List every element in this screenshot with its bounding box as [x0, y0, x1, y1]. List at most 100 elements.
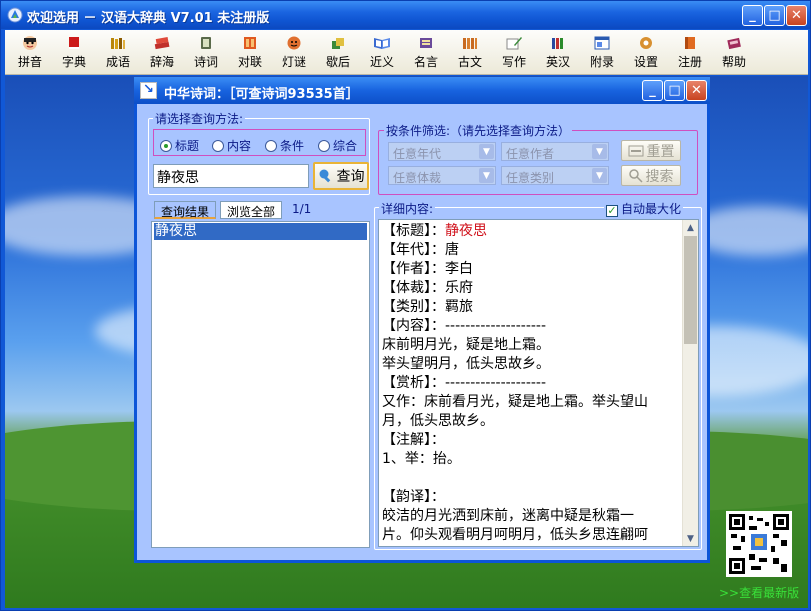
- minimize-icon: _: [749, 8, 756, 23]
- detail-line-value: 1、举：抬。: [382, 451, 461, 467]
- toolbar-couplet[interactable]: 对联: [231, 33, 269, 73]
- toolbar-riddle[interactable]: 灯谜: [275, 33, 313, 73]
- quote-book-icon: [420, 38, 432, 48]
- detail-line: 【体裁】：乐府: [379, 279, 698, 298]
- detail-line-prefix: 【作者】：: [382, 261, 445, 277]
- minimize-button[interactable]: _: [742, 5, 763, 26]
- detail-line-value: 举头望明月，低头思故乡。: [382, 356, 550, 372]
- page-indicator: 1/1: [292, 202, 312, 216]
- genre-select[interactable]: 任意体裁 ▼: [388, 166, 496, 185]
- detail-line-prefix: 【内容】：: [382, 318, 445, 334]
- toolbar-label: 拼音: [17, 55, 42, 69]
- red-book-icon: [69, 37, 79, 49]
- toolbar-synonym[interactable]: 近义: [363, 33, 401, 73]
- open-book-icon: [374, 38, 390, 49]
- search-input[interactable]: 静夜思: [153, 164, 309, 188]
- dialog-maximize-button[interactable]: □: [664, 80, 685, 101]
- bookshelf-icon: [552, 38, 563, 49]
- filter-search-button[interactable]: 搜索: [621, 165, 681, 186]
- tab-browse-all[interactable]: 浏览全部: [220, 201, 283, 219]
- radio-content[interactable]: 内容: [212, 137, 251, 154]
- main-toolbar: 拼音 字典 成语 辞海 诗词 对联 灯谜 歇后 近义 名言 古文 写作 英汉 附…: [5, 30, 808, 75]
- detail-line-value: 又作：床前看月光，疑是地上霜。举头望山: [382, 394, 648, 410]
- dialog-title: 中华诗词：［可查诗词93535首］: [164, 87, 359, 102]
- toolbar-appendix[interactable]: 附录: [583, 33, 621, 73]
- title-bar[interactable]: 欢迎选用 － 汉语大辞典 V7.01 未注册版 _ □ ✕: [1, 1, 810, 29]
- query-button[interactable]: 查询: [313, 162, 369, 190]
- detail-line-prefix: 【类别】：: [382, 299, 445, 315]
- author-select-value: 任意作者: [506, 147, 555, 161]
- query-button-label: 查询: [336, 169, 365, 185]
- toolbar-label: 注册: [677, 55, 702, 69]
- era-select[interactable]: 任意年代 ▼: [388, 142, 496, 161]
- category-select-value: 任意类别: [506, 171, 555, 185]
- detail-line-value: 床前明月光，疑是地上霜。: [382, 337, 550, 353]
- toolbar-pinyin[interactable]: 拼音: [11, 33, 49, 73]
- maximize-button[interactable]: □: [764, 5, 785, 26]
- toolbar-label: 英汉: [545, 55, 570, 69]
- toolbar-label: 近义: [369, 55, 394, 69]
- detail-line: 【年代】：唐: [379, 241, 698, 260]
- category-select[interactable]: 任意类别 ▼: [501, 166, 609, 185]
- close-button[interactable]: ✕: [786, 5, 807, 26]
- qr-code[interactable]: [726, 511, 792, 577]
- toolbar-label: 成语: [105, 55, 130, 69]
- toolbar-label: 附录: [589, 55, 614, 69]
- toolbar-register[interactable]: 注册: [671, 33, 709, 73]
- detail-line-prefix: 【年代】：: [382, 242, 445, 258]
- reset-button[interactable]: 重置: [621, 140, 681, 161]
- toolbar-settings[interactable]: 设置: [627, 33, 665, 73]
- chevron-down-icon: ▼: [592, 144, 607, 159]
- dialog-close-button[interactable]: ✕: [686, 80, 707, 101]
- toolbar-idiom[interactable]: 成语: [99, 33, 137, 73]
- toolbar-english[interactable]: 英汉: [539, 33, 577, 73]
- detail-line-value: --------------------: [445, 375, 547, 391]
- query-key-icon: [319, 169, 330, 183]
- list-item[interactable]: 静夜思: [154, 223, 367, 240]
- toolbar-quotes[interactable]: 名言: [407, 33, 445, 73]
- toolbar-classical[interactable]: 古文: [451, 33, 489, 73]
- detail-scrollbar[interactable]: ▲ ▼: [682, 220, 698, 546]
- check-latest-version-link[interactable]: >>查看最新版: [719, 584, 799, 601]
- toolbar-dictionary[interactable]: 字典: [55, 33, 93, 73]
- lantern-icon: [287, 36, 301, 50]
- reset-button-label: 重置: [646, 143, 675, 160]
- author-select[interactable]: 任意作者 ▼: [501, 142, 609, 161]
- dialog-title-bar[interactable]: ↘ 中华诗词：［可查诗词93535首］ _ □ ✕: [134, 77, 710, 104]
- register-book-icon: [685, 37, 695, 49]
- pinyin-face-icon: [23, 36, 37, 50]
- results-list[interactable]: 静夜思: [151, 221, 370, 548]
- toolbar-writing[interactable]: 写作: [495, 33, 533, 73]
- dialog-restore-icon[interactable]: ↘: [140, 82, 157, 99]
- toolbar-help[interactable]: 帮助: [715, 33, 753, 73]
- toolbar-label: 辞海: [149, 55, 174, 69]
- radio-condition[interactable]: 条件: [265, 137, 304, 154]
- auto-maximize-checkbox[interactable]: ✓ 自动最大化: [604, 200, 684, 217]
- toolbar-poetry[interactable]: 诗词: [187, 33, 225, 73]
- radio-combined[interactable]: 综合: [318, 137, 357, 154]
- radio-unselected-icon: [318, 140, 330, 152]
- tab-query-results[interactable]: 查询结果: [154, 201, 217, 219]
- scroll-up-icon[interactable]: ▲: [683, 220, 698, 235]
- detail-line-value: 皎洁的月光洒到床前，迷离中疑是秋霜一: [382, 508, 634, 524]
- scroll-down-icon[interactable]: ▼: [683, 531, 698, 546]
- toolbar-label: 诗词: [193, 55, 218, 69]
- detail-line-prefix: 【注解】：: [382, 432, 445, 448]
- bamboo-slips-icon: [463, 38, 477, 49]
- detail-lines: 【标题】：静夜思 【年代】：唐 【作者】：李白 【体裁】：乐府 【类别】：羁旅 【内容】：…: [379, 220, 698, 545]
- toolbar-label: 字典: [61, 55, 86, 69]
- search-key-icon: [628, 168, 643, 183]
- detail-line: 片。仰头观看明月呵明月，低头乡思连翩呵: [379, 526, 698, 545]
- detail-line: 皎洁的月光洒到床前，迷离中疑是秋霜一: [379, 507, 698, 526]
- toolbar-cihai[interactable]: 辞海: [143, 33, 181, 73]
- radio-unselected-icon: [212, 140, 224, 152]
- radio-title[interactable]: 标题: [160, 137, 199, 154]
- radio-unselected-icon: [265, 140, 277, 152]
- detail-text-panel[interactable]: 【标题】：静夜思 【年代】：唐 【作者】：李白 【体裁】：乐府 【类别】：羁旅 【内容】：…: [378, 219, 699, 547]
- detail-line-value: 唐: [445, 242, 459, 258]
- detail-line: 【注解】：: [379, 431, 698, 450]
- red-books-icon: [154, 36, 170, 50]
- toolbar-xiehouyu[interactable]: 歇后: [319, 33, 357, 73]
- dialog-minimize-button[interactable]: _: [642, 80, 663, 101]
- scroll-thumb[interactable]: [684, 236, 697, 344]
